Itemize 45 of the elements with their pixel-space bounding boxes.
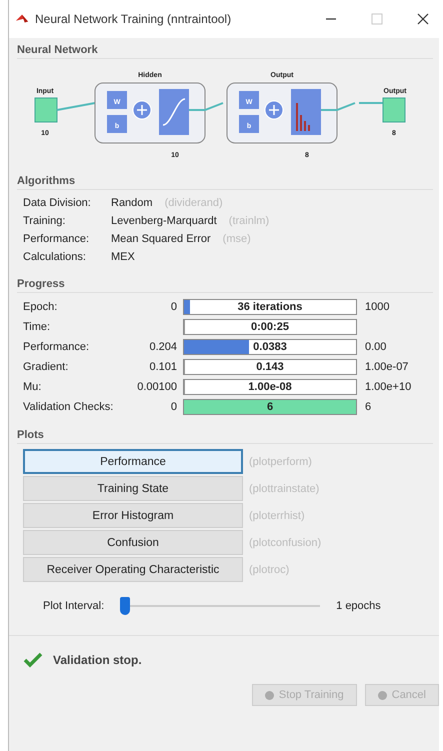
window-title: Neural Network Training (nntraintool) (35, 12, 232, 26)
progress-label: Epoch: (23, 301, 58, 313)
section-title: Algorithms (17, 173, 433, 190)
plot-button[interactable]: Training State (23, 476, 243, 501)
interval-label: Plot Interval: (43, 600, 104, 612)
status-text: Validation stop. (53, 653, 142, 667)
section-title: Progress (17, 276, 433, 293)
end-value: 1.00e+10 (365, 381, 412, 393)
algorithm-value: Mean Squared Error (111, 232, 211, 247)
end-value: 6 (365, 401, 372, 413)
algorithm-label: Calculations: (23, 250, 87, 265)
progress-label: Mu: (23, 381, 42, 393)
slider-thumb[interactable] (120, 597, 130, 615)
end-value: 1000 (365, 301, 390, 313)
check-icon (23, 652, 43, 668)
section-title: Plots (17, 427, 433, 444)
start-value: 0.00100 (137, 381, 177, 393)
progress-value: 1.00e-08 (248, 381, 292, 393)
plot-button[interactable]: Performance (23, 449, 243, 474)
progress-value: 0.143 (256, 361, 284, 373)
start-value: 0 (170, 301, 177, 313)
progress-label: Performance: (23, 341, 90, 353)
algorithm-value: Random (111, 196, 153, 211)
end-value: 1.00e-07 (365, 361, 408, 373)
section-title: Neural Network (17, 42, 433, 59)
interval-value: 1 epochs (336, 600, 381, 612)
plot-button[interactable]: Confusion (23, 530, 243, 555)
progress-value: 36 iterations (238, 301, 302, 313)
algorithm-value: MEX (111, 250, 135, 265)
progress-label: Validation Checks: (23, 401, 114, 413)
start-value: 0.101 (149, 361, 177, 373)
progress-value: 6 (266, 401, 274, 413)
end-value: 0.00 (365, 341, 386, 353)
algorithm-label: Data Division: (23, 196, 92, 211)
progress-value: 0.0383 (253, 341, 287, 353)
progress-value: 0:00:25 (251, 321, 289, 333)
progress-label: Gradient: (23, 361, 70, 373)
start-value: 0 (170, 401, 177, 413)
plot-button[interactable]: Error Histogram (23, 503, 243, 528)
algorithm-label: Training: (23, 214, 66, 229)
start-value: 0.204 (149, 341, 177, 353)
plot-button[interactable]: Receiver Operating Characteristic (23, 557, 243, 582)
progress-label: Time: (23, 321, 52, 333)
algorithm-value: Levenberg-Marquardt (111, 214, 217, 229)
algorithm-label: Performance: (23, 232, 90, 247)
